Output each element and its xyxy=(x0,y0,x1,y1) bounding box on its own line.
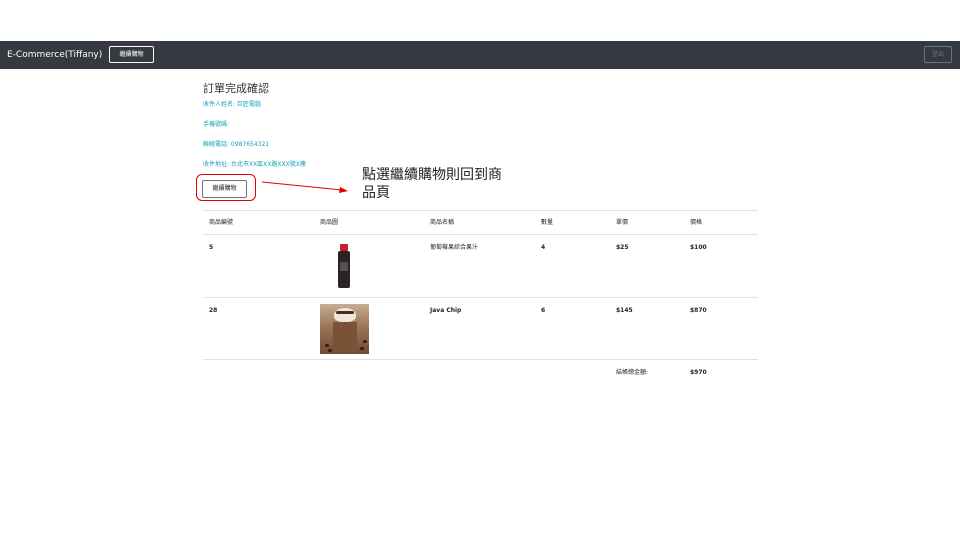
annotation-arrow-icon xyxy=(262,181,348,193)
row2-qty: 6 xyxy=(541,307,546,314)
row2-price: $870 xyxy=(690,307,707,314)
address-text: 收件地址: 台北市XX區XX路XXX號X樓 xyxy=(203,161,306,168)
continue-shopping-button[interactable]: 繼續購物 xyxy=(202,180,247,198)
page-title: 訂單完成確認 xyxy=(203,82,269,95)
column-header-name: 商品名稱 xyxy=(430,219,455,226)
row2-unit-price: $145 xyxy=(616,307,633,314)
total-value: $970 xyxy=(690,369,707,376)
logout-button[interactable]: 登出 xyxy=(924,46,952,63)
mobile-text: 手機號碼: xyxy=(203,121,230,128)
phone-text: 聯絡電話: 0987654321 xyxy=(203,141,270,148)
table-top-border xyxy=(203,210,758,211)
row1-qty: 4 xyxy=(541,244,546,251)
table-row-border xyxy=(203,297,758,298)
recipient-name-text: 收件人姓名: 巨匠電腦 xyxy=(203,101,261,108)
column-header-price: 價格 xyxy=(690,219,703,226)
table-header-border xyxy=(203,234,758,235)
row2-id: 28 xyxy=(209,307,218,314)
row1-unit-price: $25 xyxy=(616,244,629,251)
column-header-qty: 數量 xyxy=(541,219,554,226)
java-chip-image xyxy=(320,304,369,354)
row1-id: 5 xyxy=(209,244,214,251)
row1-name: 葡萄莓果綜合果汁 xyxy=(430,244,479,251)
row1-price: $100 xyxy=(690,244,707,251)
row2-name: Java Chip xyxy=(430,307,462,314)
brand-link[interactable]: E-Commerce(Tiffany) xyxy=(7,48,102,62)
top-navbar: E-Commerce(Tiffany) 繼續購物 登出 xyxy=(0,41,960,69)
total-label: 結帳總金額: xyxy=(616,369,649,376)
annotation-text: 點選繼續購物則回到商品頁 xyxy=(362,167,502,201)
juice-bottle-image xyxy=(338,244,350,288)
column-header-id: 商品編號 xyxy=(209,219,234,226)
table-row-border xyxy=(203,359,758,360)
column-header-image: 商品圖 xyxy=(320,219,339,226)
navbar-continue-shopping-button[interactable]: 繼續購物 xyxy=(109,46,154,63)
column-header-unit-price: 單價 xyxy=(616,219,629,226)
